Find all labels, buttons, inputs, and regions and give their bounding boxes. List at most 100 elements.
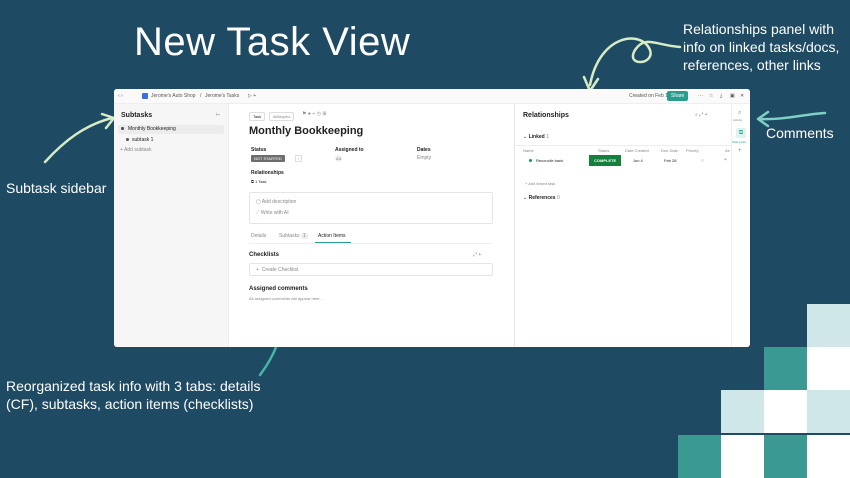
references-label: References (528, 195, 556, 201)
activity-label: Activity (733, 118, 743, 122)
relationships-label: Relationships (251, 170, 284, 176)
note-reorganized: Reorganized task info with 3 tabs: detai… (6, 378, 261, 412)
column-header: Priority (686, 148, 699, 153)
relationships-value[interactable]: ⧉ 1 Task (251, 179, 266, 184)
avatar[interactable]: Ad (335, 155, 342, 162)
status-dot-icon (121, 127, 124, 130)
priority-flag-icon[interactable]: ⚐ (701, 158, 705, 163)
topbar: ‹ › Jerome's Auto Shop / Jerome's Tasks … (114, 89, 750, 104)
add-activity-icon[interactable]: + (738, 148, 742, 154)
add-linked-task-button[interactable]: + Add linked task (525, 181, 555, 186)
created-date: Created on Feb 12 (629, 93, 671, 99)
column-header: Date Created (625, 148, 649, 153)
sidebar-item-label: subtask 1 (132, 137, 154, 143)
create-checklist-text: Create Checklist (261, 267, 299, 273)
task-type-badge[interactable]: Task (249, 112, 266, 121)
arrow-comments (756, 110, 827, 128)
linked-task-status[interactable]: COMPLETE (589, 155, 622, 166)
create-checklist-label: + Create Checklist (256, 267, 299, 273)
decor-square (721, 435, 764, 478)
breadcrumb-list[interactable]: Jerome's Tasks (205, 93, 239, 99)
linked-task-created: Jun 4 (633, 158, 643, 163)
table-divider (515, 145, 732, 146)
status-label: Status (251, 147, 267, 153)
tab-action-items[interactable]: Action Items (318, 233, 346, 239)
sidebar-item-subtask1[interactable]: subtask 1 (126, 137, 153, 143)
share-button[interactable]: Share (667, 91, 689, 101)
sidebar-title: Subtasks (121, 112, 153, 119)
linked-label: Linked (528, 134, 545, 140)
decor-square (807, 435, 850, 478)
dates-value[interactable]: Empty (417, 155, 431, 161)
note-relationships: Relationships panel with info on linked … (683, 21, 840, 73)
sidebar-collapse-icon[interactable]: ⊢ (216, 112, 220, 118)
references-toggle[interactable]: ⌄ References 0 (523, 195, 560, 201)
more-icon[interactable]: ··· (698, 93, 703, 99)
sidebar-toggle-icon[interactable]: ▷ + (248, 93, 256, 99)
relationships-actions-icon[interactable]: ⌕ ⤢ + (695, 112, 708, 118)
status-dot-icon (529, 159, 532, 162)
task-id[interactable]: #86eqzhz (269, 112, 295, 121)
description-box[interactable]: ▢ Add description ⟋ Write with AI (249, 192, 493, 224)
write-ai-button[interactable]: ⟋ Write with AI (256, 210, 289, 216)
sidebar-item-label: Monthly Bookkeeping (128, 126, 176, 132)
status-next-icon[interactable]: › (295, 155, 303, 162)
table-row[interactable]: Reconcile bank COMPLETE Jun 4 Feb 28 ⚐ + (515, 155, 732, 167)
task-links-icon[interactable]: ⧉ (736, 128, 746, 138)
tab-divider (249, 243, 491, 244)
breadcrumb-workspace[interactable]: Jerome's Auto Shop (151, 93, 196, 99)
linked-task-name[interactable]: Reconcile bank (536, 158, 563, 163)
close-icon[interactable]: ✕ (740, 93, 744, 99)
collapse-icon[interactable]: ⤓ (720, 93, 722, 99)
checklists-heading: Checklists (249, 252, 280, 258)
task-window: ‹ › Jerome's Auto Shop / Jerome's Tasks … (114, 89, 750, 347)
subtask-sidebar: Subtasks ⊢ Monthly Bookkeeping subtask 1… (114, 104, 229, 347)
relationships-title: Relationships (523, 112, 569, 119)
linked-task-due[interactable]: Feb 28 (664, 158, 676, 163)
column-header: As (725, 148, 730, 153)
decor-square (764, 435, 807, 478)
layout-icon[interactable]: ▣ (730, 93, 735, 99)
task-links-label: Task Links (732, 140, 747, 144)
tab-subtasks[interactable]: Subtasks 1 (279, 233, 308, 239)
assigned-comments-heading: Assigned comments (249, 286, 308, 292)
activity-search-icon[interactable]: ⌕ (738, 110, 741, 117)
add-description-button[interactable]: ▢ Add description (256, 199, 296, 205)
task-title[interactable]: Monthly Bookkeeping (249, 125, 363, 137)
add-column-icon[interactable]: + (724, 157, 727, 163)
add-description-label: Add description (261, 199, 297, 205)
tab-details[interactable]: Details (251, 233, 266, 239)
column-header: Status (598, 148, 610, 153)
relationships-panel: Relationships ⌕ ⤢ + ⌄ Linked 1 Name Stat… (514, 104, 732, 347)
column-header: Due Date (661, 148, 678, 153)
linked-toggle[interactable]: ⌄ Linked 1 (523, 134, 549, 140)
star-icon[interactable]: ☆ (709, 93, 713, 99)
decor-square (721, 390, 764, 433)
relationships-count: 1 Task (254, 179, 267, 184)
slide-title: New Task View (134, 20, 411, 64)
assigned-comments-note: All assigned comments will appear here..… (249, 296, 323, 301)
decor-square (764, 347, 807, 390)
dates-label: Dates (417, 147, 431, 153)
workspace-icon (142, 93, 148, 99)
task-toolbar-icons[interactable]: ⚑ ● ⌁ ◷ ⊞ (302, 111, 327, 117)
assigned-label: Assigned to (335, 147, 364, 153)
write-ai-label: Write with AI (260, 210, 289, 216)
references-count: 0 (556, 195, 560, 201)
checklist-actions-icon[interactable]: ⤢ + (473, 252, 481, 258)
add-subtask-button[interactable]: + Add subtask (120, 147, 152, 153)
activity-rail: ⌕ Activity ⧉ Task Links + (731, 104, 750, 347)
sidebar-item-monthly[interactable]: Monthly Bookkeeping (118, 125, 224, 134)
task-main: Task #86eqzhz ⚑ ● ⌁ ◷ ⊞ Monthly Bookkeep… (229, 104, 514, 347)
decor-square (807, 347, 850, 390)
column-header: Name (523, 148, 534, 153)
nav-arrows-icon[interactable]: ‹ › (118, 93, 123, 99)
note-subtask-sidebar: Subtask sidebar (6, 180, 107, 196)
decor-square (678, 435, 721, 478)
status-pill[interactable]: NOT STARTED (251, 155, 285, 162)
create-checklist-button[interactable]: + Create Checklist (249, 263, 493, 276)
tab-subtasks-label: Subtasks (279, 233, 300, 239)
decor-square (807, 304, 850, 347)
linked-count: 1 (546, 134, 549, 140)
decor-square (764, 390, 807, 433)
